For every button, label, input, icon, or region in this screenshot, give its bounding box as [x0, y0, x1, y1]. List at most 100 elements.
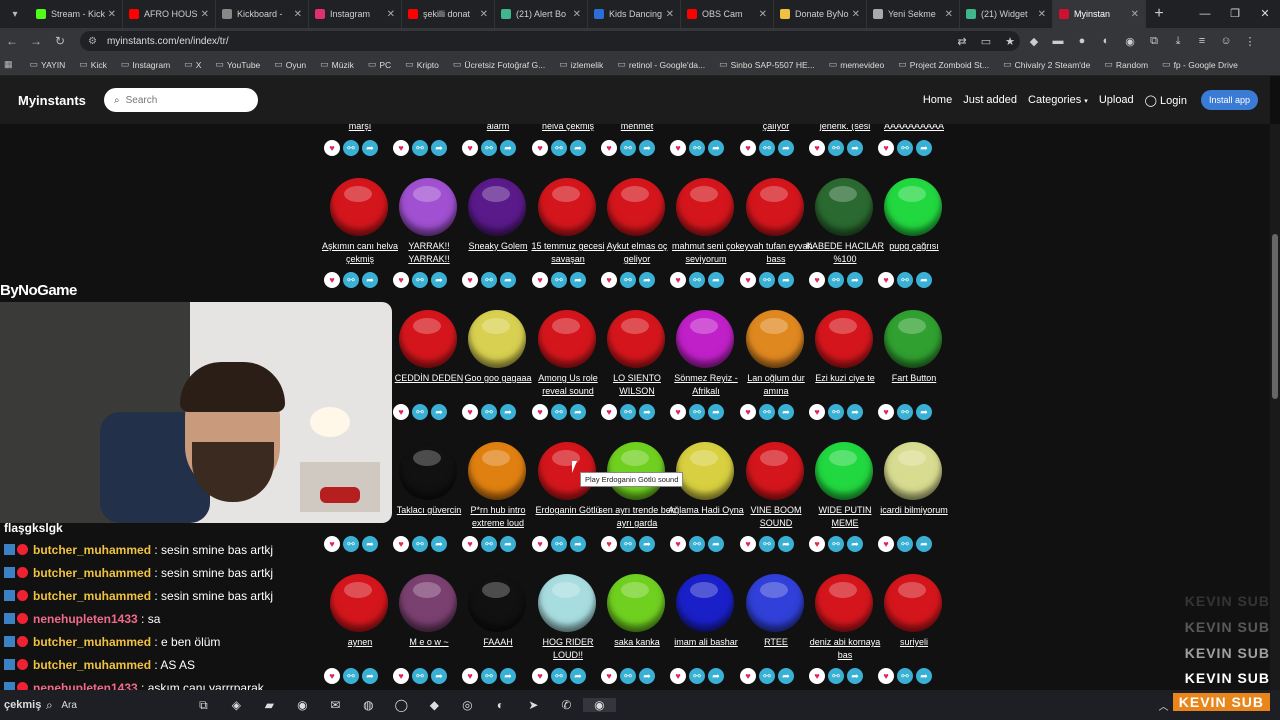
- menu-icon[interactable]: ⋮: [1238, 35, 1262, 48]
- favorite-heart-icon[interactable]: ♥: [324, 668, 340, 684]
- browser-tab[interactable]: Instagram ✕: [309, 0, 402, 28]
- play-sound-button[interactable]: [884, 310, 942, 368]
- favorite-heart-icon[interactable]: ♥: [462, 668, 478, 684]
- copy-link-icon[interactable]: ⚯: [689, 536, 705, 552]
- copy-link-icon[interactable]: ⚯: [412, 536, 428, 552]
- profile-avatar-icon[interactable]: ☺: [1214, 35, 1238, 47]
- play-sound-button[interactable]: [746, 310, 804, 368]
- tab-close-icon[interactable]: ✕: [945, 9, 953, 20]
- play-sound-button[interactable]: [607, 442, 665, 500]
- favorite-heart-icon[interactable]: ♥: [532, 668, 548, 684]
- play-sound-button[interactable]: [468, 574, 526, 632]
- copy-link-icon[interactable]: ⚯: [759, 140, 775, 156]
- copilot-icon[interactable]: ◈: [220, 698, 253, 712]
- browser-tab[interactable]: Yeni Sekme ✕: [867, 0, 960, 28]
- share-icon[interactable]: ➦: [639, 272, 655, 288]
- favorite-heart-icon[interactable]: ♥: [878, 140, 894, 156]
- play-sound-button[interactable]: [607, 310, 665, 368]
- favorite-heart-icon[interactable]: ♥: [670, 272, 686, 288]
- sound-name[interactable]: marşı: [319, 124, 401, 133]
- browser-tab[interactable]: OBS Cam ✕: [681, 0, 774, 28]
- taskbar-search[interactable]: Ara: [61, 700, 77, 711]
- favorite-heart-icon[interactable]: ♥: [462, 140, 478, 156]
- app-icon[interactable]: ◆: [418, 698, 451, 712]
- copy-link-icon[interactable]: ⚯: [620, 536, 636, 552]
- copy-link-icon[interactable]: ⚯: [759, 536, 775, 552]
- favorite-heart-icon[interactable]: ♥: [324, 140, 340, 156]
- tab-close-icon[interactable]: ✕: [1038, 9, 1046, 20]
- share-icon[interactable]: ➦: [570, 536, 586, 552]
- share-icon[interactable]: ➦: [847, 272, 863, 288]
- share-icon[interactable]: ➦: [847, 668, 863, 684]
- copy-link-icon[interactable]: ⚯: [481, 404, 497, 420]
- share-icon[interactable]: ➦: [570, 404, 586, 420]
- copy-link-icon[interactable]: ⚯: [897, 272, 913, 288]
- copy-link-icon[interactable]: ⚯: [897, 404, 913, 420]
- share-icon[interactable]: ➦: [570, 140, 586, 156]
- minimize-icon[interactable]: —: [1190, 0, 1220, 28]
- copy-link-icon[interactable]: ⚯: [481, 272, 497, 288]
- play-sound-button[interactable]: [399, 442, 457, 500]
- favorite-heart-icon[interactable]: ♥: [740, 536, 756, 552]
- copy-link-icon[interactable]: ⚯: [551, 536, 567, 552]
- share-icon[interactable]: ➦: [431, 272, 447, 288]
- telegram-icon[interactable]: ➤: [517, 698, 550, 712]
- copy-link-icon[interactable]: ⚯: [828, 536, 844, 552]
- favorite-heart-icon[interactable]: ♥: [532, 404, 548, 420]
- play-sound-button[interactable]: [815, 574, 873, 632]
- bookmark-item[interactable]: ▭ Project Zomboid St...: [898, 59, 989, 70]
- maximize-icon[interactable]: ❐: [1220, 0, 1250, 28]
- favorite-heart-icon[interactable]: ♥: [878, 668, 894, 684]
- copy-link-icon[interactable]: ⚯: [481, 140, 497, 156]
- share-icon[interactable]: ➦: [916, 272, 932, 288]
- favorite-heart-icon[interactable]: ♥: [601, 668, 617, 684]
- play-sound-button[interactable]: [607, 178, 665, 236]
- bookmark-item[interactable]: ▭ Ücretsiz Fotoğraf G...: [453, 59, 545, 70]
- chrome-active-icon[interactable]: ◉: [582, 698, 616, 712]
- bookmark-item[interactable]: ▭ memevideo: [829, 59, 884, 70]
- nav-home[interactable]: Home: [923, 94, 952, 106]
- favorite-heart-icon[interactable]: ♥: [601, 404, 617, 420]
- favorite-heart-icon[interactable]: ♥: [324, 536, 340, 552]
- extensions-puzzle-icon[interactable]: ⧉: [1142, 35, 1166, 48]
- cast-icon[interactable]: ▭: [974, 35, 998, 48]
- copy-link-icon[interactable]: ⚯: [689, 272, 705, 288]
- nav-just-added[interactable]: Just added: [963, 94, 1017, 106]
- play-sound-button[interactable]: [884, 178, 942, 236]
- copy-link-icon[interactable]: ⚯: [343, 272, 359, 288]
- sound-name[interactable]: pupg çağrısı: [873, 240, 955, 253]
- sound-name[interactable]: mehmet: [596, 124, 678, 133]
- share-icon[interactable]: ➦: [500, 140, 516, 156]
- favorite-heart-icon[interactable]: ♥: [878, 536, 894, 552]
- share-icon[interactable]: ➦: [570, 272, 586, 288]
- reload-icon[interactable]: ↻: [48, 34, 72, 48]
- favorite-heart-icon[interactable]: ♥: [393, 140, 409, 156]
- bookmark-item[interactable]: ▭ YouTube: [215, 59, 260, 70]
- copy-link-icon[interactable]: ⚯: [897, 668, 913, 684]
- copy-link-icon[interactable]: ⚯: [828, 140, 844, 156]
- copy-link-icon[interactable]: ⚯: [481, 536, 497, 552]
- share-icon[interactable]: ➦: [708, 668, 724, 684]
- favorite-heart-icon[interactable]: ♥: [324, 272, 340, 288]
- bookmark-item[interactable]: ▭ Müzik: [320, 59, 354, 70]
- browser-tab[interactable]: Kickboard - ✕: [216, 0, 309, 28]
- share-icon[interactable]: ➦: [570, 668, 586, 684]
- share-icon[interactable]: ➦: [916, 404, 932, 420]
- copy-link-icon[interactable]: ⚯: [620, 404, 636, 420]
- play-sound-button[interactable]: [468, 442, 526, 500]
- url-field[interactable]: ⚙ myinstants.com/en/index/tr/: [80, 31, 1020, 51]
- nav-upload[interactable]: Upload: [1099, 94, 1134, 106]
- play-sound-button[interactable]: [815, 178, 873, 236]
- copy-link-icon[interactable]: ⚯: [551, 404, 567, 420]
- share-icon[interactable]: ➦: [778, 668, 794, 684]
- tab-close-icon[interactable]: ✕: [387, 9, 395, 20]
- favorite-heart-icon[interactable]: ♥: [601, 140, 617, 156]
- copy-link-icon[interactable]: ⚯: [620, 272, 636, 288]
- play-sound-button[interactable]: [330, 178, 388, 236]
- share-icon[interactable]: ➦: [847, 536, 863, 552]
- tab-close-icon[interactable]: ✕: [759, 9, 767, 20]
- bookmark-item[interactable]: ▭ Kripto: [405, 59, 439, 70]
- opera-icon[interactable]: ◯: [385, 698, 418, 712]
- apps-icon[interactable]: ▦: [4, 59, 16, 70]
- share-icon[interactable]: ➦: [778, 272, 794, 288]
